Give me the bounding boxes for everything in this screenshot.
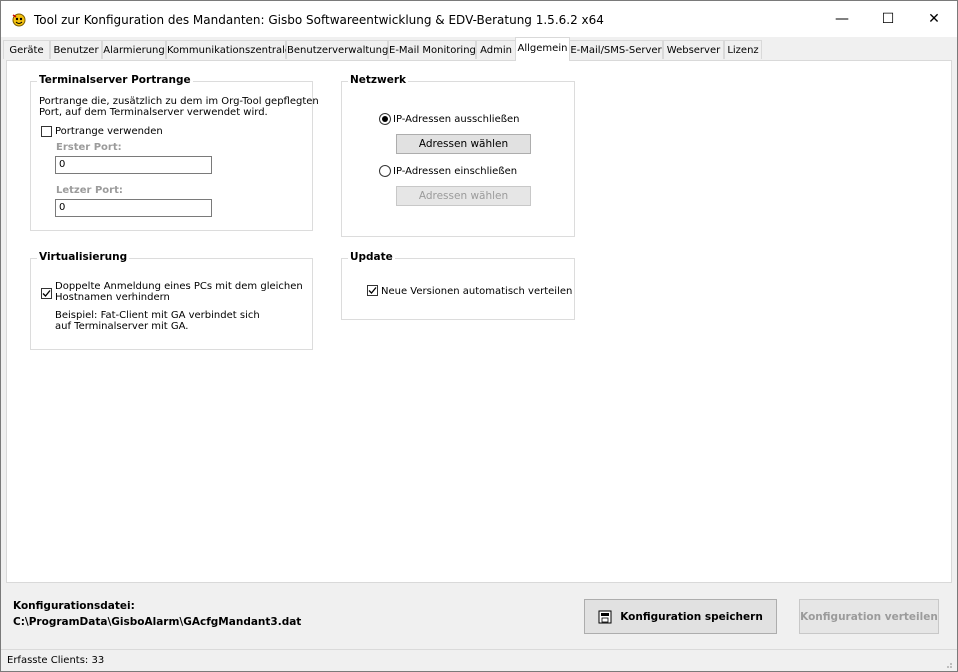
resize-grip-icon[interactable]: [943, 659, 953, 669]
title-bar: Tool zur Konfiguration des Mandanten: Gi…: [1, 1, 957, 37]
last-port-label: Letzer Port:: [56, 185, 123, 196]
close-icon: ✕: [928, 11, 940, 27]
tab-kommunikationszentrale[interactable]: Kommunikationszentrale: [166, 40, 291, 59]
tab-email-sms-server[interactable]: E-Mail/SMS-Server: [569, 40, 663, 59]
group-virtualisierung: Virtualisierung Doppelte Anmeldung eines…: [30, 251, 313, 350]
duplicate-login-checkbox[interactable]: [41, 288, 52, 299]
minimize-icon: —: [835, 11, 849, 27]
tab-webserver[interactable]: Webserver: [663, 40, 724, 59]
tab-strip: Geräte Benutzer Alarmierung Kommunikatio…: [1, 37, 957, 61]
tab-alarmierung[interactable]: Alarmierung: [102, 40, 166, 59]
save-config-label: Konfiguration speichern: [620, 610, 763, 623]
tab-lizenz[interactable]: Lizenz: [724, 40, 762, 59]
window-title: Tool zur Konfiguration des Mandanten: Gi…: [34, 13, 604, 27]
tab-benutzerverwaltung[interactable]: Benutzerverwaltung: [286, 40, 388, 59]
portrange-checkbox-label: Portrange verwenden: [55, 126, 163, 137]
save-config-icon: [598, 610, 612, 623]
group-title-virtualisierung: Virtualisierung: [37, 251, 130, 263]
ip-include-label: IP-Adressen einschließen: [393, 166, 518, 177]
minimize-button[interactable]: —: [819, 1, 865, 37]
group-title-terminalserver: Terminalserver Portrange: [37, 74, 193, 86]
ip-exclude-radio[interactable]: [379, 113, 391, 125]
maximize-button[interactable]: ☐: [865, 1, 911, 37]
tab-email-monitoring[interactable]: E-Mail Monitoring: [388, 40, 476, 59]
tab-admin[interactable]: Admin: [476, 40, 516, 59]
footer-panel: Konfigurationsdatei: C:\ProgramData\Gisb…: [1, 584, 957, 648]
auto-distribute-checkbox[interactable]: [367, 285, 378, 296]
close-button[interactable]: ✕: [911, 1, 957, 37]
terminal-description-line1: Portrange die, zusätzlich zu dem im Org-…: [39, 96, 319, 107]
auto-distribute-label: Neue Versionen automatisch verteilen: [381, 286, 573, 297]
virtualization-example-line2: auf Terminalserver mit GA.: [55, 321, 189, 332]
last-port-input[interactable]: 0: [55, 199, 212, 217]
ip-include-radio[interactable]: [379, 165, 391, 177]
exclude-addresses-button[interactable]: Adressen wählen: [396, 134, 531, 154]
include-addresses-button[interactable]: Adressen wählen: [396, 186, 531, 206]
group-title-update: Update: [348, 251, 395, 263]
first-port-input[interactable]: 0: [55, 156, 212, 174]
maximize-icon: ☐: [881, 11, 895, 27]
duplicate-login-label-line1: Doppelte Anmeldung eines PCs mit dem gle…: [55, 281, 303, 292]
tab-geraete[interactable]: Geräte: [3, 40, 50, 59]
config-file-path: C:\ProgramData\GisboAlarm\GAcfgMandant3.…: [13, 616, 302, 628]
first-port-label: Erster Port:: [56, 142, 122, 153]
radio-selected-dot: [382, 116, 388, 122]
terminal-description-line2: Port, auf dem Terminalserver verwendet w…: [39, 107, 268, 118]
app-logo-icon: [12, 13, 26, 27]
group-update: Update Neue Versionen automatisch vertei…: [341, 251, 575, 320]
virtualization-example-line1: Beispiel: Fat-Client mit GA verbindet si…: [55, 310, 260, 321]
save-config-button[interactable]: Konfiguration speichern: [584, 599, 777, 634]
portrange-checkbox[interactable]: [41, 126, 52, 137]
checkmark-icon: [42, 290, 51, 297]
group-netzwerk: Netzwerk IP-Adressen ausschließen Adress…: [341, 74, 575, 237]
distribute-config-button[interactable]: Konfiguration verteilen: [799, 599, 939, 634]
clients-count: Erfasste Clients: 33: [7, 655, 105, 666]
duplicate-login-label-line2: Hostnamen verhindern: [55, 292, 170, 303]
tab-allgemein[interactable]: Allgemein: [515, 37, 570, 61]
status-bar: Erfasste Clients: 33: [1, 649, 957, 671]
checkmark-icon: [368, 287, 377, 294]
group-title-netzwerk: Netzwerk: [348, 74, 409, 86]
config-file-label: Konfigurationsdatei:: [13, 600, 135, 612]
group-terminalserver-portrange: Terminalserver Portrange Portrange die, …: [30, 74, 319, 231]
tab-content-allgemein: Terminalserver Portrange Portrange die, …: [6, 60, 952, 583]
app-window: Tool zur Konfiguration des Mandanten: Gi…: [0, 0, 958, 672]
ip-exclude-label: IP-Adressen ausschließen: [393, 114, 520, 125]
tab-benutzer[interactable]: Benutzer: [50, 40, 102, 59]
